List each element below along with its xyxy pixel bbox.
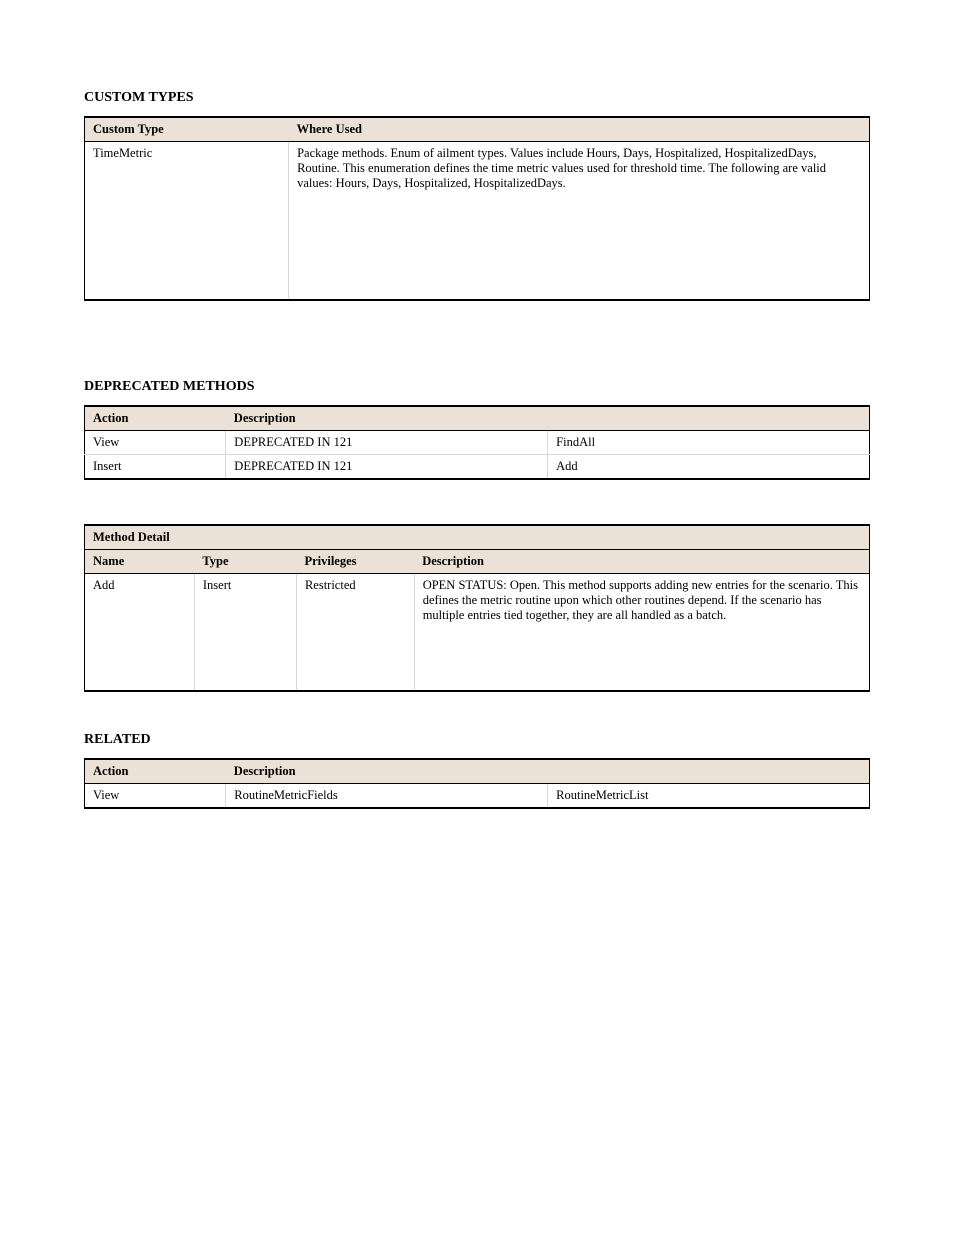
cell-new: FindAll xyxy=(548,430,870,454)
cell-item2: RoutineMetricList xyxy=(548,784,870,809)
table-row: View DEPRECATED IN 121 FindAll xyxy=(85,430,870,454)
column-header: Description xyxy=(226,406,870,431)
cell-name: Add xyxy=(85,573,195,691)
table-row: Add Insert Restricted OPEN STATUS: Open.… xyxy=(85,573,870,691)
table-row: Method Detail xyxy=(85,525,870,550)
cell-action: Insert xyxy=(85,454,226,479)
table-deprecated: Action Description View DEPRECATED IN 12… xyxy=(84,405,870,480)
cell-where-used: Package methods. Enum of ailment types. … xyxy=(289,142,870,300)
table-related: Action Description View RoutineMetricFie… xyxy=(84,758,870,809)
cell-action: View xyxy=(85,430,226,454)
section-title-related: RELATED xyxy=(84,732,870,748)
column-header: Privileges xyxy=(296,549,414,573)
section-title-custom-types: CUSTOM TYPES xyxy=(84,90,870,106)
column-header: Name xyxy=(85,549,195,573)
cell-new: Add xyxy=(548,454,870,479)
column-header: Description xyxy=(414,549,869,573)
table-row: Insert DEPRECATED IN 121 Add xyxy=(85,454,870,479)
cell-old: DEPRECATED IN 121 xyxy=(226,430,548,454)
column-header: Custom Type xyxy=(85,117,289,142)
section-title-deprecated: DEPRECATED METHODS xyxy=(84,379,870,395)
column-header: Action xyxy=(85,406,226,431)
cell-desc: OPEN STATUS: Open. This method supports … xyxy=(414,573,869,691)
cell-old: DEPRECATED IN 121 xyxy=(226,454,548,479)
cell-priv: Restricted xyxy=(296,573,414,691)
table-row: Action Description xyxy=(85,759,870,784)
column-header: Action xyxy=(85,759,226,784)
table-row: Name Type Privileges Description xyxy=(85,549,870,573)
cell-action: View xyxy=(85,784,226,809)
table-method-detail: Method Detail Name Type Privileges Descr… xyxy=(84,524,870,693)
table-row: Custom Type Where Used xyxy=(85,117,870,142)
column-header: Where Used xyxy=(289,117,870,142)
table-custom-types: Custom Type Where Used TimeMetric Packag… xyxy=(84,116,870,301)
cell-item1: RoutineMetricFields xyxy=(226,784,548,809)
table-row: TimeMetric Package methods. Enum of ailm… xyxy=(85,142,870,300)
column-header: Description xyxy=(226,759,870,784)
page-content: CUSTOM TYPES Custom Type Where Used Time… xyxy=(0,0,954,949)
cell-custom-type: TimeMetric xyxy=(85,142,289,300)
table-row: View RoutineMetricFields RoutineMetricLi… xyxy=(85,784,870,809)
cell-type: Insert xyxy=(194,573,296,691)
band-header: Method Detail xyxy=(85,525,870,550)
table-row: Action Description xyxy=(85,406,870,431)
column-header: Type xyxy=(194,549,296,573)
